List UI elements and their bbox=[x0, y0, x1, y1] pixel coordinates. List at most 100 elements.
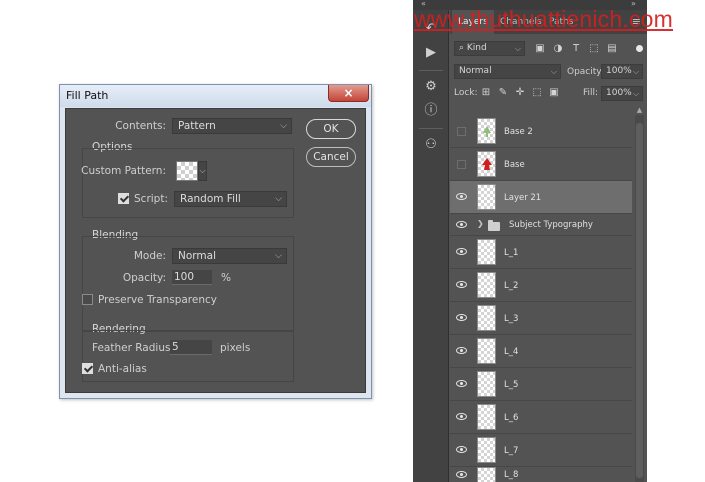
lock-label: Lock: bbox=[454, 88, 478, 98]
filter-shape-icon[interactable]: ⬚ bbox=[588, 43, 600, 55]
layer-thumbnail bbox=[477, 118, 496, 144]
layer-group-row[interactable]: ❯ Subject Typography bbox=[450, 214, 632, 236]
chevron-down-icon: ⌵ bbox=[632, 89, 639, 98]
layer-thumbnail bbox=[477, 338, 496, 364]
script-checkbox[interactable] bbox=[118, 193, 129, 204]
panel-tool-strip: ↶ ▶ ⚙ ⓘ ⚇ bbox=[413, 10, 449, 482]
opacity-input[interactable]: 100 bbox=[172, 270, 212, 285]
eye-icon[interactable] bbox=[456, 246, 468, 258]
layer-name: Base 2 bbox=[504, 127, 533, 137]
opacity-label: Opacity: bbox=[122, 272, 166, 284]
layer-name: L_3 bbox=[504, 314, 519, 324]
filter-toggle-icon[interactable] bbox=[636, 45, 643, 52]
filter-smart-object-icon[interactable]: ▤ bbox=[606, 43, 618, 55]
eye-icon[interactable] bbox=[456, 444, 468, 456]
layer-row[interactable]: L_2 bbox=[450, 269, 632, 302]
lock-image-icon[interactable]: ✎ bbox=[497, 87, 509, 99]
folder-icon bbox=[488, 220, 500, 231]
ok-button[interactable]: OK bbox=[306, 119, 356, 139]
close-button[interactable]: × bbox=[328, 85, 369, 102]
contents-value: Pattern bbox=[178, 120, 216, 132]
layer-name: Layer 21 bbox=[504, 193, 542, 203]
layer-row[interactable]: L_5 bbox=[450, 368, 632, 401]
layer-thumbnail bbox=[477, 151, 496, 177]
lock-artboard-icon[interactable]: ⬚ bbox=[531, 87, 543, 99]
preserve-transparency-checkbox[interactable] bbox=[82, 294, 93, 305]
layer-name: Base bbox=[504, 160, 525, 170]
dialog-titlebar[interactable]: Fill Path bbox=[60, 85, 371, 107]
visibility-toggle[interactable] bbox=[457, 160, 466, 169]
layer-row[interactable]: Base 2 bbox=[450, 115, 632, 148]
layer-row[interactable]: L_6 bbox=[450, 401, 632, 434]
contents-select[interactable]: Pattern ⌵ bbox=[172, 118, 292, 134]
chevron-down-icon: ⌵ bbox=[275, 194, 282, 204]
scrollbar-thumb[interactable] bbox=[636, 123, 643, 478]
pattern-picker-toggle[interactable]: ⌵ bbox=[198, 161, 207, 181]
visibility-toggle[interactable] bbox=[457, 127, 466, 136]
screen: Fill Path × Contents: Pattern ⌵ Options … bbox=[0, 0, 705, 482]
eye-icon[interactable] bbox=[456, 191, 468, 203]
filter-type-icon[interactable]: T bbox=[570, 43, 582, 55]
layer-row[interactable]: L_1 bbox=[450, 236, 632, 269]
filter-pixel-icon[interactable]: ▣ bbox=[534, 43, 546, 55]
script-select[interactable]: Random Fill ⌵ bbox=[174, 191, 287, 207]
mode-select[interactable]: Normal ⌵ bbox=[172, 248, 287, 264]
layer-name: Subject Typography bbox=[509, 220, 593, 230]
eye-icon[interactable] bbox=[456, 345, 468, 357]
lock-transparent-icon[interactable]: ⊞ bbox=[480, 87, 492, 99]
scroll-up-icon[interactable]: ▲ bbox=[635, 106, 644, 115]
layer-thumbnail bbox=[477, 437, 496, 463]
layer-row[interactable]: L_7 bbox=[450, 434, 632, 467]
layer-row[interactable]: Base bbox=[450, 148, 632, 181]
red-tree-icon bbox=[482, 158, 492, 170]
adjustment-icon[interactable]: ⚙ bbox=[422, 78, 440, 96]
script-label: Script: bbox=[134, 193, 168, 205]
lock-all-icon[interactable]: ▣ bbox=[548, 87, 560, 99]
layer-list-scrollbar[interactable] bbox=[635, 115, 644, 482]
layer-thumbnail bbox=[477, 239, 496, 265]
play-action-icon[interactable]: ▶ bbox=[422, 44, 440, 62]
chevron-down-icon: ⌵ bbox=[632, 67, 639, 76]
fill-input[interactable]: 100% ⌵ bbox=[601, 86, 643, 101]
layer-thumbnail bbox=[477, 184, 496, 210]
eye-icon[interactable] bbox=[456, 378, 468, 390]
layers-panel-dock: « » ↶ ▶ ⚙ ⓘ ⚇ Layers Channels Paths ≡ ⌕ … bbox=[413, 0, 647, 482]
feather-radius-input[interactable]: 5 bbox=[170, 340, 212, 355]
preserve-transparency-label: Preserve Transparency bbox=[98, 294, 217, 306]
layer-filter-kind-select[interactable]: ⌕ Kind ⌵ bbox=[454, 41, 525, 56]
anti-alias-checkbox[interactable] bbox=[82, 363, 93, 374]
fill-path-dialog: Fill Path × Contents: Pattern ⌵ Options … bbox=[59, 84, 372, 399]
anti-alias-label: Anti-alias bbox=[98, 363, 147, 375]
layer-name: L_2 bbox=[504, 281, 519, 291]
panel-opacity-label: Opacity: bbox=[567, 67, 604, 77]
clone-source-icon[interactable]: ⚇ bbox=[422, 136, 440, 154]
eye-icon[interactable] bbox=[456, 219, 468, 231]
custom-pattern-swatch[interactable] bbox=[176, 161, 198, 181]
options-group bbox=[82, 148, 294, 218]
filter-adjustment-icon[interactable]: ◑ bbox=[552, 43, 564, 55]
layer-name: L_6 bbox=[504, 413, 519, 423]
panel-opacity-input[interactable]: 100% ⌵ bbox=[601, 64, 643, 79]
dialog-client-area: Contents: Pattern ⌵ Options Custom Patte… bbox=[65, 108, 366, 393]
layer-thumbnail bbox=[477, 371, 496, 397]
cancel-button[interactable]: Cancel bbox=[306, 147, 356, 167]
opacity-unit: % bbox=[221, 272, 231, 284]
layer-row[interactable]: L_3 bbox=[450, 302, 632, 335]
panel-opacity-value: 100% bbox=[606, 66, 632, 76]
layer-thumbnail bbox=[477, 272, 496, 298]
layer-name: L_1 bbox=[504, 248, 519, 258]
eye-icon[interactable] bbox=[456, 312, 468, 324]
lock-position-icon[interactable]: ✛ bbox=[514, 87, 526, 99]
eye-icon[interactable] bbox=[456, 411, 468, 423]
chevron-right-icon[interactable]: ❯ bbox=[477, 219, 484, 228]
eye-icon[interactable] bbox=[456, 279, 468, 291]
info-icon[interactable]: ⓘ bbox=[422, 102, 440, 120]
tool-separator bbox=[419, 128, 443, 129]
tool-separator bbox=[419, 70, 443, 71]
layer-row[interactable]: L_4 bbox=[450, 335, 632, 368]
layer-row[interactable]: L_8 bbox=[450, 467, 632, 482]
layers-panel: Layers Channels Paths ≡ ⌕ Kind ⌵ ▣ ◑ T ⬚… bbox=[450, 10, 647, 482]
eye-icon[interactable] bbox=[456, 469, 468, 481]
layer-row-selected[interactable]: Layer 21 bbox=[450, 181, 632, 214]
blend-mode-select[interactable]: Normal ⌵ bbox=[454, 64, 561, 79]
